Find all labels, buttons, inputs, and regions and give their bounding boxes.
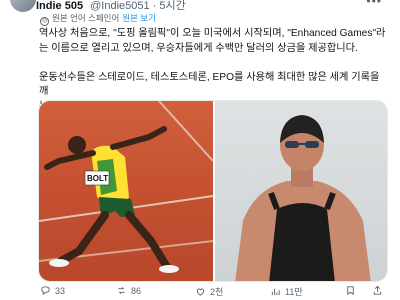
avatar[interactable] [10,0,36,12]
author-display-name[interactable]: Indie 505 [36,0,83,12]
translation-source-label: 원본 언어 스페인어 [52,13,120,23]
share-button[interactable] [372,285,383,296]
reply-icon [41,286,50,296]
reply-button[interactable]: 33 [40,285,65,296]
bookmark-button[interactable] [345,285,356,296]
views-count: 11만 [285,287,303,297]
sprinter-illustration [39,101,213,273]
author-handle[interactable]: @Indie5051 · 5시간 [90,0,186,12]
swimmer-illustration [235,115,371,281]
photo-sprinter[interactable]: BOLT [39,101,213,281]
views-icon [271,288,280,296]
view-original-link[interactable]: 원본 보기 [122,13,156,23]
translation-row: ◎ 원본 언어 스페인어 원본 보기 [40,12,156,26]
repost-button[interactable]: 86 [116,285,141,296]
views-button[interactable]: 11만 [270,285,303,298]
like-button[interactable]: 2천 [195,285,223,298]
photo-swimmer[interactable] [215,101,387,281]
reply-count: 33 [55,285,66,296]
media-grid: BOLT [38,100,388,282]
repost-count: 86 [131,285,142,296]
translate-icon: ◎ [40,17,49,26]
tweet-actions: 33 86 2천 11만 [40,285,390,300]
repost-icon [118,286,125,295]
like-icon [196,288,205,296]
bib-label: BOLT [87,174,109,183]
bookmark-icon [347,286,354,296]
like-count: 2천 [210,287,224,297]
more-icon[interactable]: ••• [366,0,382,8]
share-icon [373,285,382,295]
